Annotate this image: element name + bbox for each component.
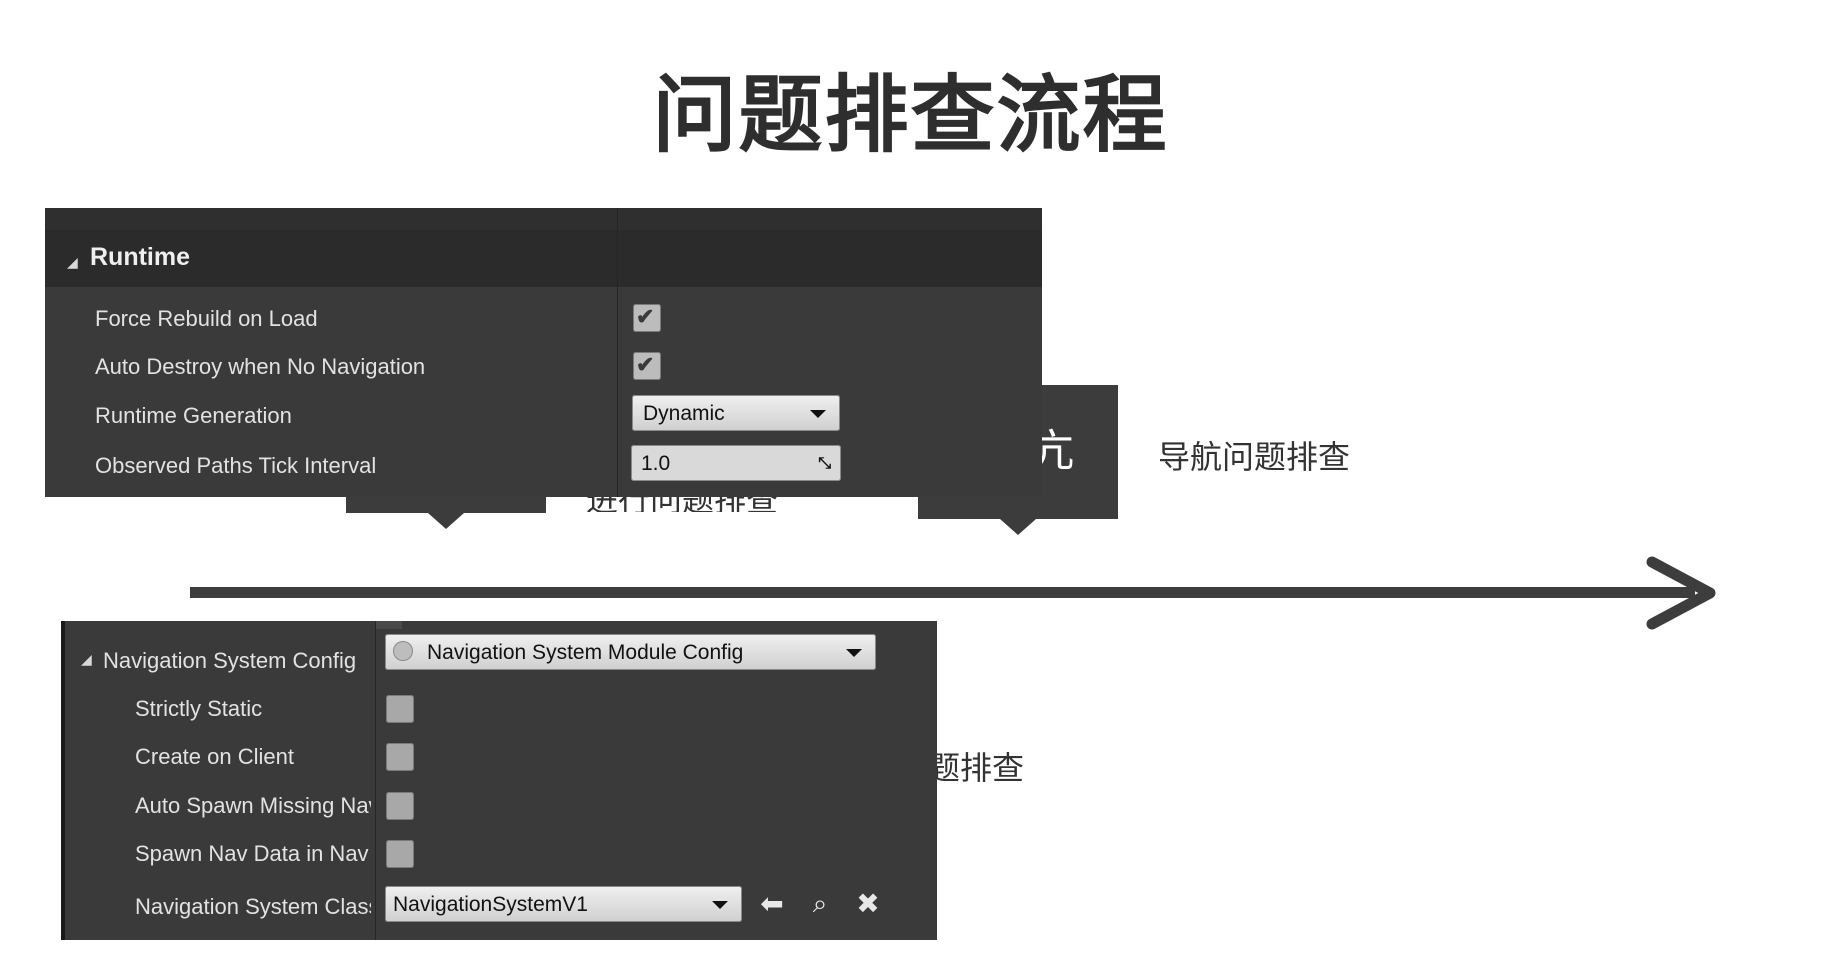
nav-config-label: Navigation System Config xyxy=(103,648,357,673)
chevron-down-icon xyxy=(712,901,728,909)
browse-search-icon[interactable]: ⌕ xyxy=(803,887,837,921)
slide-title: 问题排查流程 xyxy=(652,66,1169,164)
row-force-rebuild: Force Rebuild on Load ✔ xyxy=(45,294,1042,344)
prop-label: Observed Paths Tick Interval xyxy=(95,453,377,478)
force-rebuild-checkbox[interactable]: ✔ xyxy=(633,304,661,332)
checkmark-icon: ✔ xyxy=(636,352,655,377)
chevron-down-icon xyxy=(810,410,826,418)
caption-navigation-troubleshooting: 导航问题排查 xyxy=(1158,438,1351,476)
prop-label: Spawn Nav Data in Nav Bounds Level xyxy=(135,841,371,866)
row-observed-paths: Observed Paths Tick Interval 1.0 ⤡ xyxy=(45,441,1042,491)
runtime-generation-dropdown[interactable]: Dynamic xyxy=(632,395,840,431)
row-auto-destroy: Auto Destroy when No Navigation ✔ xyxy=(45,342,1042,392)
partial-widget xyxy=(376,621,402,629)
dropdown-value: Dynamic xyxy=(643,402,725,425)
input-value: 1.0 xyxy=(641,452,671,475)
dropdown-value: Navigation System Module Config xyxy=(427,641,744,664)
nav-system-class-dropdown[interactable]: NavigationSystemV1 xyxy=(385,886,742,922)
strictly-static-checkbox[interactable] xyxy=(386,695,414,723)
clear-x-icon[interactable]: ✖ xyxy=(851,887,885,921)
collapse-triangle-icon[interactable]: ◢ xyxy=(67,254,78,271)
timeline-line xyxy=(190,587,1695,598)
timeline-arrowhead-icon xyxy=(1646,556,1716,630)
prop-label: Navigation System Class xyxy=(135,894,371,919)
chevron-down-icon xyxy=(846,649,862,657)
prop-label: Auto Destroy when No Navigation xyxy=(95,354,426,379)
prop-label: Create on Client xyxy=(135,744,294,769)
use-selected-arrow-icon[interactable]: ⬅ xyxy=(755,887,789,921)
runtime-details-panel: ◢ Runtime Force Rebuild on Load ✔ Auto D… xyxy=(45,208,1042,497)
checkmark-icon: ✔ xyxy=(636,304,655,329)
runtime-category-header[interactable]: ◢ Runtime xyxy=(45,230,1042,287)
prop-label: Runtime Generation xyxy=(95,403,292,428)
row-runtime-generation: Runtime Generation Dynamic xyxy=(45,391,1042,441)
auto-spawn-checkbox[interactable] xyxy=(386,792,414,820)
prop-label: Force Rebuild on Load xyxy=(95,306,318,331)
radio-circle-icon xyxy=(393,641,413,661)
nav-config-dropdown[interactable]: Navigation System Module Config xyxy=(385,634,876,670)
drag-resize-icon[interactable]: ⤡ xyxy=(818,455,831,473)
panel-top-strip xyxy=(45,208,1042,230)
category-title: Runtime xyxy=(90,243,190,271)
spawn-nav-data-checkbox[interactable] xyxy=(386,840,414,868)
prop-label: Strictly Static xyxy=(135,696,263,721)
dropdown-value: NavigationSystemV1 xyxy=(393,893,588,916)
caption-bottom-partial: 题排查 xyxy=(928,749,1025,787)
navigation-system-panel: ◢ Navigation System Config Navigation Sy… xyxy=(61,621,937,940)
auto-destroy-checkbox[interactable]: ✔ xyxy=(633,352,661,380)
tick-interval-input[interactable]: 1.0 ⤡ xyxy=(631,445,841,481)
column-divider[interactable] xyxy=(375,621,376,940)
create-on-client-checkbox[interactable] xyxy=(386,743,414,771)
collapse-triangle-icon[interactable]: ◢ xyxy=(81,651,92,668)
prop-label: Auto Spawn Missing Navigation Data xyxy=(135,793,371,818)
